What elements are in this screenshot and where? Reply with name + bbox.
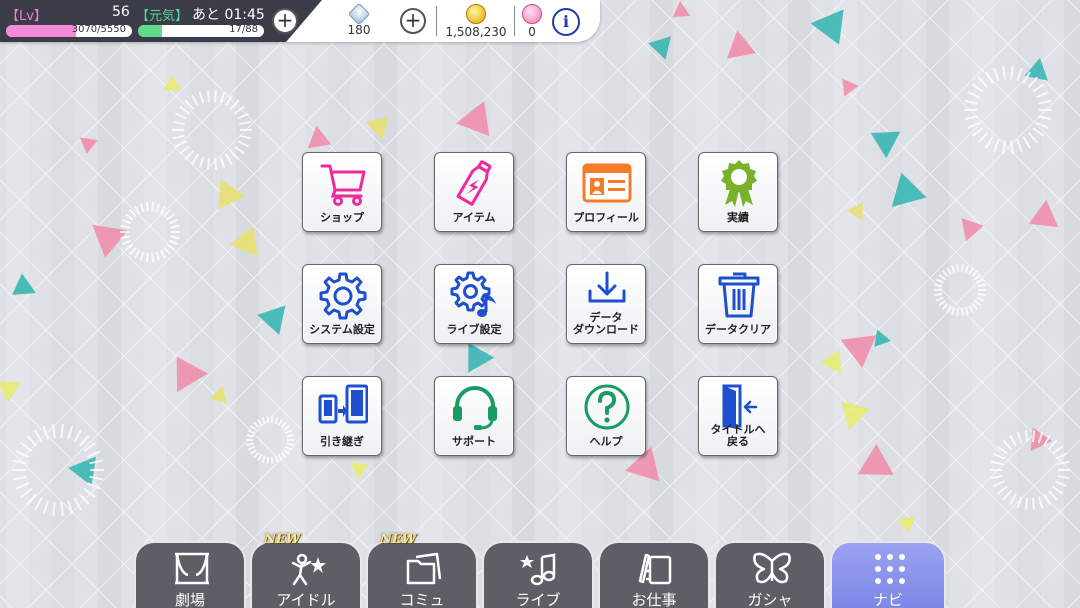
new-badge: NEW <box>264 532 301 547</box>
system-settings-label: システム設定 <box>309 323 375 336</box>
transfer-button[interactable]: 引き継ぎ <box>302 376 382 456</box>
drink-bottle-icon <box>456 160 492 206</box>
jewel-count: 180 <box>347 23 371 37</box>
headset-icon <box>453 386 497 430</box>
nav-tab-gacha[interactable]: ガシャ <box>714 541 826 608</box>
system-settings-button[interactable]: システム設定 <box>302 264 382 344</box>
nav-tab-theater[interactable]: 劇場 <box>134 541 246 608</box>
level-tag: 【Lv】 <box>6 9 47 24</box>
stamina-bar-fill <box>138 25 163 37</box>
coin-counter: 1,508,230 <box>440 0 512 42</box>
item-label: アイテム <box>452 211 496 224</box>
nav-label: ライブ <box>515 591 561 608</box>
transfer-label: 引き継ぎ <box>320 435 364 448</box>
nav-tab-idol[interactable]: アイドル <box>250 541 362 608</box>
divider <box>514 6 515 36</box>
nav-tab-navi[interactable]: ナビ <box>830 541 946 608</box>
stamina-plus-button[interactable]: + <box>272 8 298 34</box>
exp-bar: 3070/5550 <box>6 25 132 37</box>
device-transfer-icon <box>318 384 368 424</box>
nav-label: アイドル <box>276 591 336 608</box>
divider <box>436 6 437 36</box>
shop-label: ショップ <box>320 211 364 224</box>
nav-label: お仕事 <box>631 591 677 608</box>
coin-count: 1,508,230 <box>445 25 507 39</box>
work-icon <box>638 553 672 585</box>
level-value: 56 <box>112 4 130 20</box>
data-download-button[interactable]: データ ダウンロード <box>566 264 646 344</box>
stamina-tag: 【元気】 <box>136 9 189 24</box>
nav-label: ナビ <box>872 591 903 608</box>
shop-button[interactable]: ショップ <box>302 152 382 232</box>
dots-grid-icon <box>875 554 905 584</box>
back-to-title-button[interactable]: タイトルへ 戻る <box>698 376 778 456</box>
download-icon <box>588 271 626 303</box>
help-icon <box>584 384 630 430</box>
exp-text: 3070/5550 <box>71 25 126 35</box>
item-button[interactable]: アイテム <box>434 152 514 232</box>
ticket-icon <box>522 4 542 24</box>
award-ribbon-icon <box>721 160 757 207</box>
background-pattern <box>0 0 1080 608</box>
achievement-label: 実績 <box>727 211 749 224</box>
profile-button[interactable]: プロフィール <box>566 152 646 232</box>
ticket-counter: 0 <box>518 0 546 42</box>
coin-icon <box>466 4 486 24</box>
jewel-icon <box>347 2 371 26</box>
exp-bar-fill <box>6 25 76 37</box>
achievement-button[interactable]: 実績 <box>698 152 778 232</box>
id-card-icon <box>582 163 632 203</box>
profile-label: プロフィール <box>573 211 639 224</box>
live-settings-label: ライブ設定 <box>446 323 502 336</box>
help-label: ヘルプ <box>589 435 623 448</box>
info-button[interactable]: i <box>552 8 580 36</box>
support-label: サポート <box>452 435 496 448</box>
nav-label: ガシャ <box>747 591 793 608</box>
theater-icon <box>175 552 209 585</box>
data-clear-label: データクリア <box>705 323 771 336</box>
help-button[interactable]: ヘルプ <box>566 376 646 456</box>
nav-label: 劇場 <box>174 591 205 608</box>
back-to-title-label: タイトルへ 戻る <box>710 423 766 448</box>
idol-icon <box>291 553 326 586</box>
music-notes-icon <box>520 553 556 586</box>
live-settings-button[interactable]: ライブ設定 <box>434 264 514 344</box>
jewel-counter: 180 <box>336 0 382 42</box>
butterfly-icon <box>753 552 791 584</box>
nav-tab-commu[interactable]: コミュ <box>366 541 478 608</box>
nav-tab-live[interactable]: ライブ <box>482 541 594 608</box>
stamina-text: 17/88 <box>229 25 258 35</box>
stamina-recover-timer: あと 01:45 <box>192 7 265 23</box>
data-download-label: データ ダウンロード <box>573 311 639 336</box>
nav-label: コミュ <box>399 591 445 608</box>
stamina-bar: 17/88 <box>138 25 264 37</box>
commu-icon <box>406 552 442 585</box>
new-badge: NEW <box>380 532 417 547</box>
support-button[interactable]: サポート <box>434 376 514 456</box>
gear-music-icon <box>450 271 496 317</box>
gear-icon <box>319 272 367 320</box>
data-clear-button[interactable]: データクリア <box>698 264 778 344</box>
jewel-plus-button[interactable]: + <box>400 8 426 34</box>
nav-tab-work[interactable]: お仕事 <box>598 541 710 608</box>
trash-icon <box>718 272 760 318</box>
cart-icon <box>320 164 366 206</box>
ticket-count: 0 <box>528 25 536 39</box>
